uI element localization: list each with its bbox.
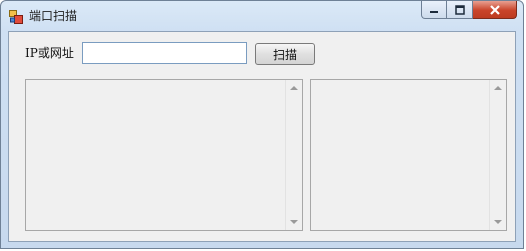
right-scrollbar[interactable] [489,80,506,230]
scan-button-label: 扫描 [272,47,297,62]
title-bar[interactable]: 端口扫描 [1,1,523,31]
result-list-right[interactable] [310,79,507,231]
window-title: 端口扫描 [29,9,78,23]
scroll-up-arrow-icon[interactable] [290,86,298,90]
minimize-icon [429,0,439,19]
left-scrollbar[interactable] [285,80,302,230]
minimize-button[interactable] [421,1,447,19]
scroll-down-arrow-icon[interactable] [290,220,298,224]
app-window: 端口扫描 IP或网址 扫描 [0,0,524,249]
maximize-button[interactable] [447,1,473,19]
ip-label: IP或网址 [25,46,74,60]
scroll-down-arrow-icon[interactable] [494,220,502,224]
form-client-area: IP或网址 扫描 [8,31,516,242]
result-list-left[interactable] [25,79,303,231]
close-button[interactable] [473,1,517,19]
ip-input[interactable] [82,42,247,64]
app-icon [9,9,23,24]
maximize-icon [454,0,465,19]
scan-button[interactable]: 扫描 [255,43,315,65]
scroll-up-arrow-icon[interactable] [494,86,502,90]
caption-buttons [421,1,517,19]
close-icon [489,0,501,19]
